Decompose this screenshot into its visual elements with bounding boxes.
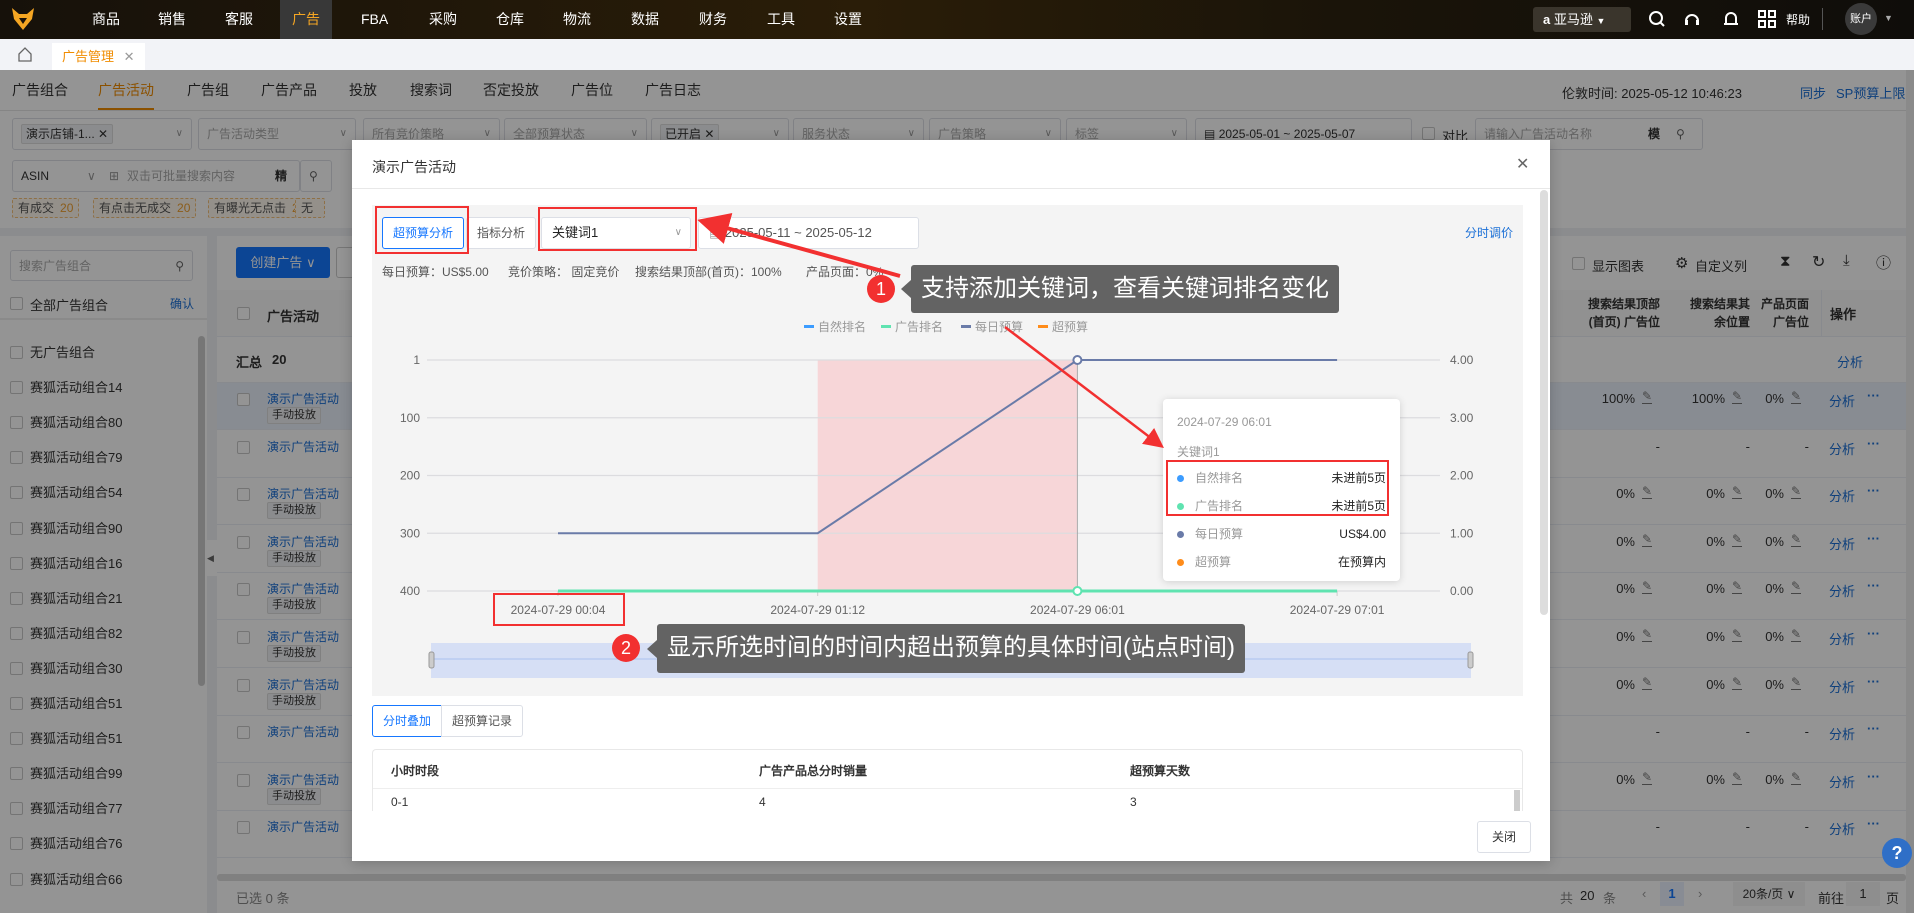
- callout-1: 支持添加关键词，查看关键词排名变化: [901, 265, 1339, 313]
- tooltip-keyword: 关键词1: [1177, 445, 1220, 459]
- slider-handle-left: [428, 651, 435, 669]
- x-axis-tick-label: 2024-07-29 01:12: [770, 603, 865, 617]
- left-axis-tick-label: 300: [400, 526, 420, 540]
- table-header-cell: 小时时段: [391, 764, 440, 778]
- right-axis-tick-label: 0.00: [1450, 584, 1474, 598]
- tooltip-row: 每日预算 US$4.00: [1177, 524, 1386, 544]
- hourly-table: 小时时段 广告产品总分时销量 超预算天数 0-1 4 3: [372, 749, 1523, 811]
- tab-hourly-overlay[interactable]: 分时叠加: [372, 705, 443, 737]
- tab-label: 分时叠加: [383, 714, 432, 728]
- callout-1-text: 支持添加关键词，查看关键词排名变化: [921, 275, 1329, 302]
- highlight-box: [538, 207, 697, 251]
- tooltip-series-label: 超预算: [1195, 555, 1232, 569]
- callout-2: 显示所选时间的时间内超出预算的具体时间(站点时间): [647, 624, 1245, 673]
- tab-label: 超预算记录: [452, 714, 513, 728]
- legend-swatch: [961, 325, 971, 328]
- table-cell: 4: [759, 795, 766, 809]
- series-dot-icon: [1177, 531, 1184, 538]
- table-row: 0-1 4 3: [373, 789, 1522, 811]
- legend-swatch: [804, 325, 814, 328]
- series-point-每日预算: [1072, 355, 1083, 365]
- table-scrollbar[interactable]: [1514, 790, 1520, 811]
- legend-label: 广告排名: [895, 319, 943, 334]
- series-point-广告排名: [1072, 586, 1083, 596]
- right-axis-tick-label: 1.00: [1450, 526, 1474, 540]
- highlight-box: [493, 593, 625, 626]
- tooltip-series-value: US$4.00: [1339, 527, 1386, 541]
- series-dot-icon: [1177, 559, 1184, 566]
- table-cell: 0-1: [391, 795, 409, 809]
- right-axis-tick-label: 3.00: [1450, 411, 1474, 425]
- legend-label: 自然排名: [818, 319, 866, 334]
- close-label: 关闭: [1491, 830, 1516, 844]
- left-axis-tick-label: 100: [400, 411, 420, 425]
- slider-handle-right: [1467, 651, 1474, 669]
- table-header-cell: 广告产品总分时销量: [759, 764, 868, 778]
- callout-number-2: 2: [612, 634, 640, 662]
- close-button[interactable]: 关闭: [1477, 821, 1531, 853]
- right-axis-tick-label: 2.00: [1450, 469, 1474, 483]
- callout-number-1: 1: [867, 275, 895, 303]
- tab-over-budget-records[interactable]: 超预算记录: [441, 705, 524, 737]
- tooltip-series-label: 每日预算: [1195, 527, 1244, 541]
- left-axis-tick-label: 400: [400, 584, 420, 598]
- left-axis-tick-label: 200: [400, 469, 420, 483]
- table-header-cell: 超预算天数: [1130, 764, 1191, 778]
- left-axis-tick-label: 1: [413, 353, 420, 367]
- tooltip-time: 2024-07-29 06:01: [1177, 415, 1272, 429]
- table-cell: 3: [1130, 795, 1137, 809]
- right-axis-tick-label: 4.00: [1450, 353, 1474, 367]
- callout-2-text: 显示所选时间的时间内超出预算的具体时间(站点时间): [667, 634, 1235, 661]
- legend-swatch: [881, 325, 891, 328]
- table-header-row: 小时时段 广告产品总分时销量 超预算天数: [373, 750, 1522, 789]
- legend-swatch: [1038, 325, 1048, 328]
- tooltip-row: 超预算 在预算内: [1177, 552, 1386, 572]
- highlight-box: [375, 206, 469, 254]
- x-axis-tick-label: 2024-07-29 06:01: [1030, 603, 1125, 617]
- legend-label: 超预算: [1052, 319, 1088, 334]
- x-axis-tick-label: 2024-07-29 07:01: [1290, 603, 1385, 617]
- tooltip-series-value: 在预算内: [1337, 555, 1386, 569]
- legend-label: 每日预算: [975, 319, 1023, 334]
- highlight-box: [1166, 460, 1389, 516]
